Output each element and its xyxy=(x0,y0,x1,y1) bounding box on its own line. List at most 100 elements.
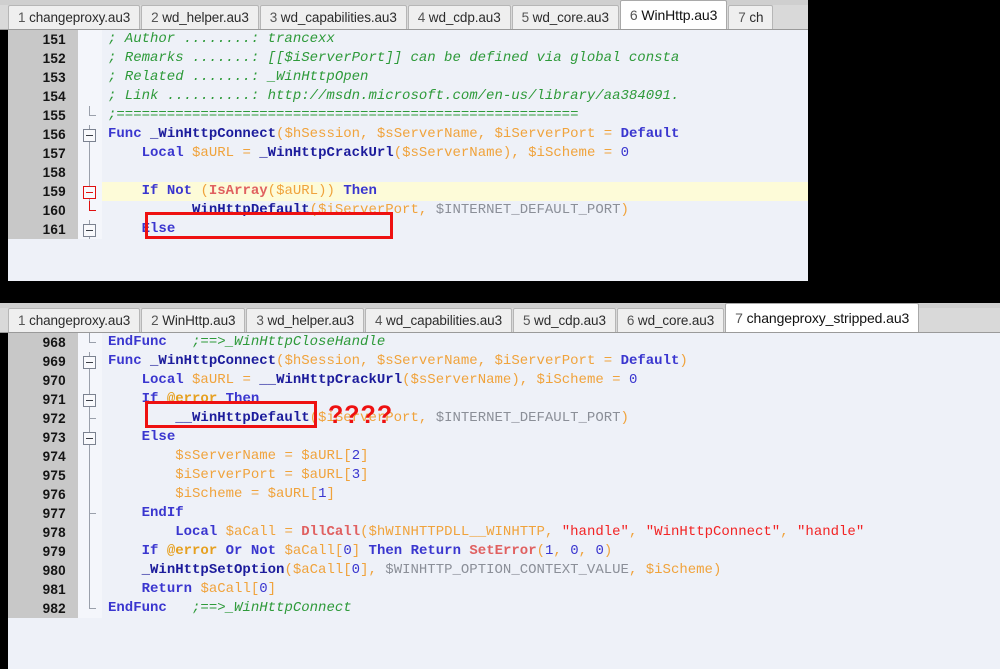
tab-wd-core-au3[interactable]: 5 wd_core.au3 xyxy=(511,5,619,29)
tab-wd-cdp-au3[interactable]: 4 wd_cdp.au3 xyxy=(407,5,511,29)
code-text[interactable]: Local $aURL = __WinHttpCrackUrl($sServer… xyxy=(102,371,1000,390)
code-text[interactable]: EndIf xyxy=(102,504,1000,523)
fold-collapse-box[interactable] xyxy=(83,432,96,445)
code-text[interactable]: ; Author ........: trancexx xyxy=(102,30,808,49)
fold-margin[interactable] xyxy=(78,352,102,371)
code-text[interactable]: If @error Or Not $aCall[0] Then Return S… xyxy=(102,542,1000,561)
code-text[interactable]: Func _WinHttpConnect($hSession, $sServer… xyxy=(102,352,1000,371)
code-line[interactable]: 161 Else xyxy=(0,220,808,239)
code-line[interactable]: 154 ; Link ..........: http://msdn.micros… xyxy=(0,87,808,106)
fold-margin[interactable] xyxy=(78,409,102,428)
fold-collapse-box[interactable] xyxy=(83,356,96,369)
tab-wd-capabilities-au3[interactable]: 4 wd_capabilities.au3 xyxy=(364,308,512,332)
code-text[interactable]: Else xyxy=(102,428,1000,447)
fold-margin[interactable] xyxy=(78,220,102,239)
fold-collapse-box[interactable] xyxy=(83,129,96,142)
fold-margin[interactable] xyxy=(78,30,102,49)
code-line[interactable]: 977 EndIf xyxy=(0,504,1000,523)
tab-wd-helper-au3[interactable]: 3 wd_helper.au3 xyxy=(246,308,364,332)
code-line[interactable]: 157 Local $aURL = _WinHttpCrackUrl($sSer… xyxy=(0,144,808,163)
code-text[interactable]: Else xyxy=(102,220,808,239)
code-line[interactable]: 979 If @error Or Not $aCall[0] Then Retu… xyxy=(0,542,1000,561)
code-text[interactable]: __WinHttpDefault($iServerPort, $INTERNET… xyxy=(102,201,808,220)
fold-margin[interactable] xyxy=(78,144,102,163)
code-text[interactable]: Local $aCall = DllCall($hWINHTTPDLL__WIN… xyxy=(102,523,1000,542)
code-line[interactable]: 151 ; Author ........: trancexx xyxy=(0,30,808,49)
code-line[interactable]: 969 Func _WinHttpConnect($hSession, $sSer… xyxy=(0,352,1000,371)
code-view-top[interactable]: 151 ; Author ........: trancexx 152 ; Remar… xyxy=(0,30,808,281)
code-text[interactable]: EndFunc ;==>_WinHttpConnect xyxy=(102,599,1000,618)
code-text[interactable]: Local $aURL = _WinHttpCrackUrl($sServerN… xyxy=(102,144,808,163)
fold-margin[interactable] xyxy=(78,485,102,504)
tab-changeproxy-stripped-au3[interactable]: 7 changeproxy_stripped.au3 xyxy=(725,303,920,332)
tab-changeproxy-au3[interactable]: 1 changeproxy.au3 xyxy=(8,308,141,332)
fold-margin[interactable] xyxy=(78,466,102,485)
fold-margin[interactable] xyxy=(78,163,102,182)
code-line[interactable]: 155 ;====================================… xyxy=(0,106,808,125)
fold-margin[interactable] xyxy=(78,68,102,87)
code-text[interactable]: If @error Then xyxy=(102,390,1000,409)
fold-margin[interactable] xyxy=(78,542,102,561)
code-text[interactable]: $sServerName = $aURL[2] xyxy=(102,447,1000,466)
code-line[interactable]: 970 Local $aURL = __WinHttpCrackUrl($sSe… xyxy=(0,371,1000,390)
fold-margin[interactable] xyxy=(78,523,102,542)
code-line[interactable]: 978 Local $aCall = DllCall($hWINHTTPDLL_… xyxy=(0,523,1000,542)
fold-margin[interactable] xyxy=(78,333,102,352)
tab-changeproxy-au3[interactable]: 1 changeproxy.au3 xyxy=(8,5,141,29)
fold-margin[interactable] xyxy=(78,580,102,599)
tab-ch[interactable]: 7 ch xyxy=(728,5,774,29)
code-line[interactable]: 968 EndFunc ;==>_WinHttpCloseHandle xyxy=(0,333,1000,352)
fold-margin[interactable] xyxy=(78,504,102,523)
code-line[interactable]: 156 Func _WinHttpConnect($hSession, $sSer… xyxy=(0,125,808,144)
fold-margin[interactable] xyxy=(78,599,102,618)
code-text[interactable]: If Not (IsArray($aURL)) Then xyxy=(102,182,808,201)
code-line[interactable]: 971 If @error Then xyxy=(0,390,1000,409)
code-line[interactable]: 160 __WinHttpDefault($iServerPort, $INTE… xyxy=(0,201,808,220)
code-line[interactable]: 153 ; Related .......: _WinHttpOpen xyxy=(0,68,808,87)
fold-margin[interactable] xyxy=(78,447,102,466)
code-view-bottom[interactable]: 968 EndFunc ;==>_WinHttpCloseHandle 969 Fun… xyxy=(0,333,1000,669)
code-text[interactable]: Func _WinHttpConnect($hSession, $sServer… xyxy=(102,125,808,144)
tab-wd-helper-au3[interactable]: 2 wd_helper.au3 xyxy=(141,5,259,29)
code-line[interactable]: 152 ; Remarks .......: [[$iServerPort]] c… xyxy=(0,49,808,68)
fold-margin[interactable] xyxy=(78,49,102,68)
tab-bar-bottom[interactable]: 1 changeproxy.au3 2 WinHttp.au3 3 wd_helpe… xyxy=(0,303,1000,333)
fold-margin[interactable] xyxy=(78,106,102,125)
tab-bar-top[interactable]: 1 changeproxy.au3 2 wd_helper.au3 3 wd_cap… xyxy=(0,0,808,30)
fold-margin[interactable] xyxy=(78,201,102,220)
tab-wd-cdp-au3[interactable]: 5 wd_cdp.au3 xyxy=(512,308,616,332)
code-line[interactable]: 974 $sServerName = $aURL[2] xyxy=(0,447,1000,466)
code-line[interactable]: 981 Return $aCall[0] xyxy=(0,580,1000,599)
fold-margin[interactable] xyxy=(78,87,102,106)
fold-margin[interactable] xyxy=(78,371,102,390)
fold-margin[interactable] xyxy=(78,182,102,201)
tab-wd-core-au3[interactable]: 6 wd_core.au3 xyxy=(616,308,725,332)
code-text[interactable] xyxy=(102,163,808,182)
code-line[interactable]: 980 _WinHttpSetOption($aCall[0], $WINHTT… xyxy=(0,561,1000,580)
code-text[interactable]: $iServerPort = $aURL[3] xyxy=(102,466,1000,485)
code-text[interactable]: __WinHttpDefault($iServerPort, $INTERNET… xyxy=(102,409,1000,428)
code-line[interactable]: 976 $iScheme = $aURL[1] xyxy=(0,485,1000,504)
code-line[interactable]: 159 If Not (IsArray($aURL)) Then xyxy=(0,182,808,201)
code-text[interactable]: ; Link ..........: http://msdn.microsoft… xyxy=(102,87,808,106)
fold-collapse-box[interactable] xyxy=(83,224,96,237)
fold-collapse-box[interactable] xyxy=(83,394,96,407)
code-text[interactable]: ; Remarks .......: [[$iServerPort]] can … xyxy=(102,49,808,68)
fold-margin[interactable] xyxy=(78,428,102,447)
fold-margin[interactable] xyxy=(78,561,102,580)
code-line[interactable]: 982 EndFunc ;==>_WinHttpConnect xyxy=(0,599,1000,618)
code-text[interactable]: $iScheme = $aURL[1] xyxy=(102,485,1000,504)
code-text[interactable]: Return $aCall[0] xyxy=(102,580,1000,599)
code-line[interactable]: 158 xyxy=(0,163,808,182)
tab-wd-capabilities-au3[interactable]: 3 wd_capabilities.au3 xyxy=(259,5,407,29)
fold-margin[interactable] xyxy=(78,390,102,409)
code-text[interactable]: _WinHttpSetOption($aCall[0], $WINHTTP_OP… xyxy=(102,561,1000,580)
tab-winhttp-au3[interactable]: 6 WinHttp.au3 xyxy=(619,0,728,29)
code-line[interactable]: 973 Else xyxy=(0,428,1000,447)
code-text[interactable]: ; Related .......: _WinHttpOpen xyxy=(102,68,808,87)
code-text[interactable]: EndFunc ;==>_WinHttpCloseHandle xyxy=(102,333,1000,352)
code-line[interactable]: 972 __WinHttpDefault($iServerPort, $INTE… xyxy=(0,409,1000,428)
fold-margin[interactable] xyxy=(78,125,102,144)
code-text[interactable]: ;=======================================… xyxy=(102,106,808,125)
code-line[interactable]: 975 $iServerPort = $aURL[3] xyxy=(0,466,1000,485)
